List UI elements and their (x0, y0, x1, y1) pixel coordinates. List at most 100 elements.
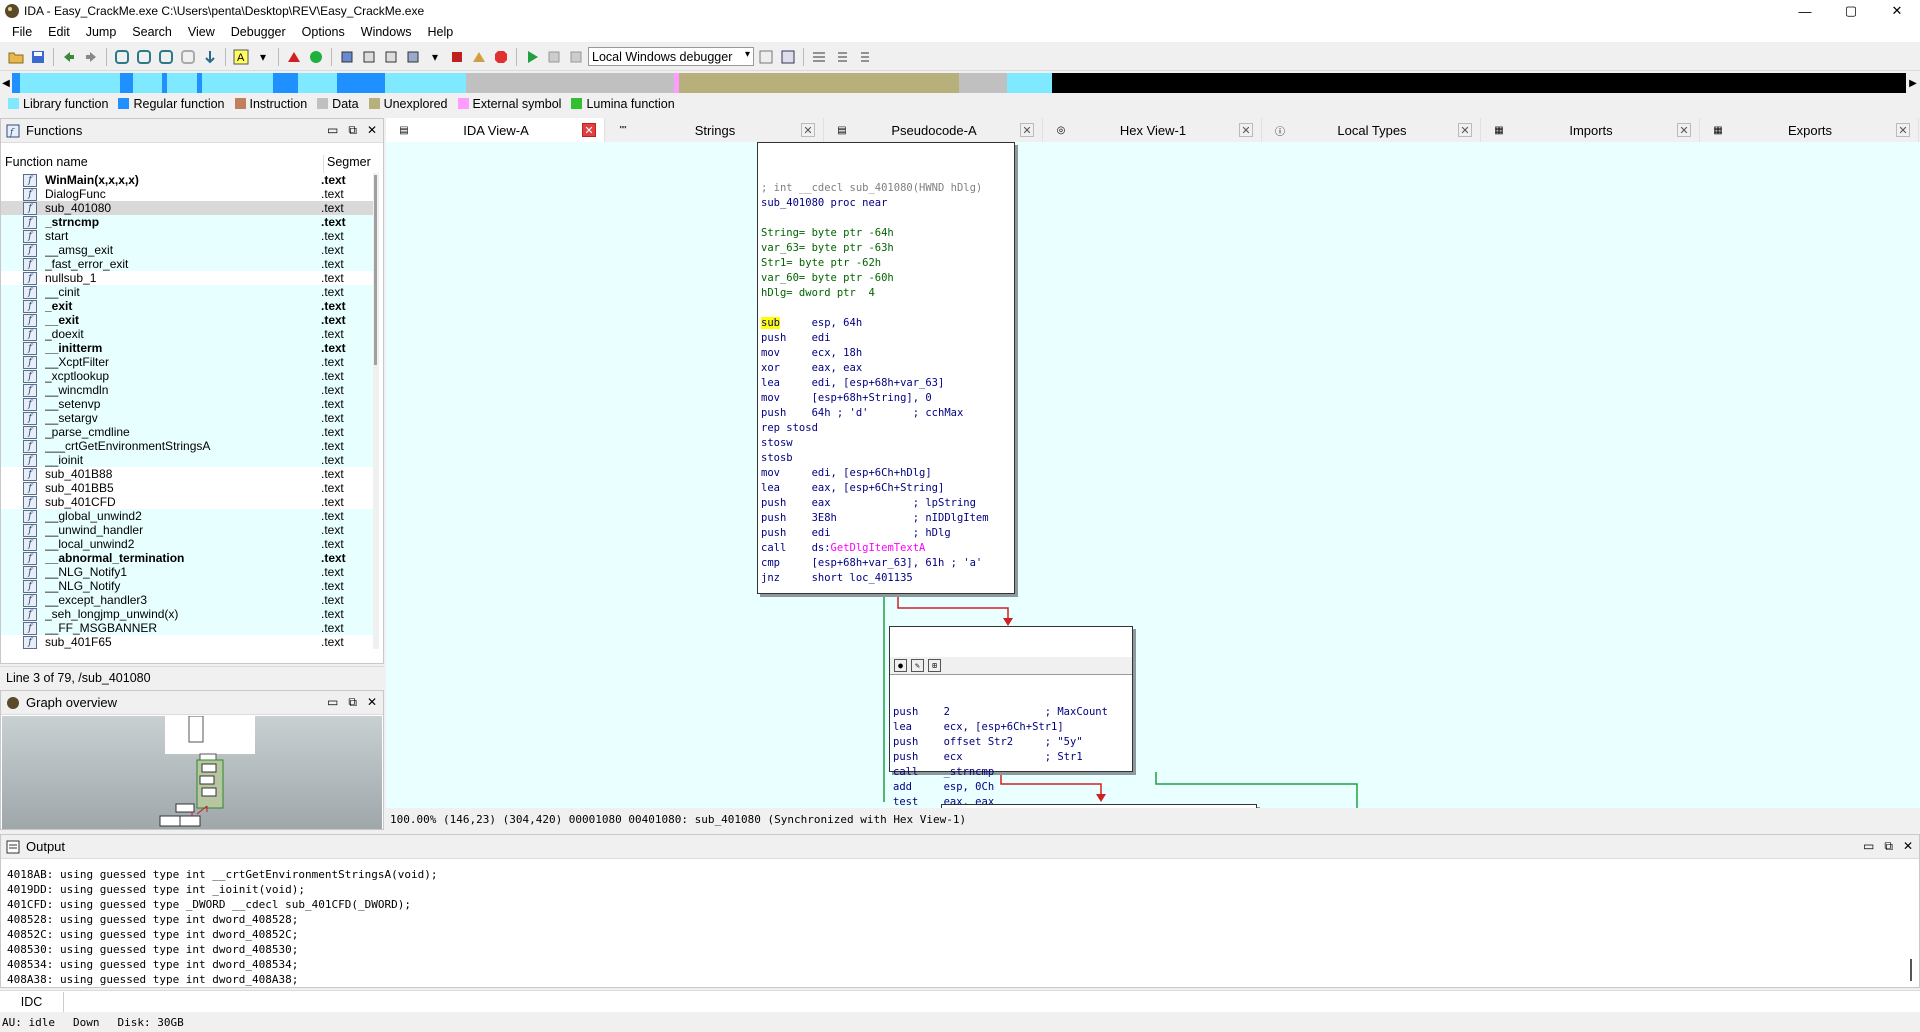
function-row[interactable]: f __ioinit .text (1, 453, 375, 467)
function-row[interactable]: f __XcptFilter .text (1, 355, 375, 369)
nav-scroll-right-icon[interactable]: ▶ (1906, 73, 1920, 93)
navigation-band[interactable] (12, 73, 1906, 93)
column-segment[interactable]: Segmer (323, 155, 371, 173)
asm-line[interactable]: xor eax, eax (758, 361, 1014, 376)
step-into-icon[interactable] (200, 47, 220, 67)
start-debugger-icon[interactable] (522, 47, 542, 67)
asm-line[interactable]: push 64h ; 'd' ; cchMax (758, 406, 1014, 421)
function-row[interactable]: f __setargv .text (1, 411, 375, 425)
function-row[interactable]: f _doexit .text (1, 327, 375, 341)
bullet-list-icon[interactable] (831, 47, 851, 67)
tab-close-icon[interactable]: ✕ (1896, 123, 1910, 137)
asm-line[interactable]: sub_401080 proc near (758, 196, 1014, 211)
menu-file[interactable]: File (4, 25, 40, 39)
functions-icon[interactable] (381, 47, 401, 67)
panel-float-icon[interactable]: ⧉ (1884, 839, 1893, 854)
asm-line[interactable]: sub esp, 64h (758, 316, 1014, 331)
menu-help[interactable]: Help (419, 25, 461, 39)
tab-exports[interactable]: ▦ Exports ✕ (1700, 118, 1919, 142)
menu-jump[interactable]: Jump (78, 25, 125, 39)
function-row[interactable]: f _exit .text (1, 299, 375, 313)
asm-line[interactable]: push 3E8h ; nIDDlgItem (758, 511, 1014, 526)
function-row[interactable]: f __abnormal_termination .text (1, 551, 375, 565)
asm-line[interactable]: var_63= byte ptr -63h (758, 241, 1014, 256)
tab-close-icon[interactable]: ✕ (801, 123, 815, 137)
structures-icon[interactable] (403, 47, 423, 67)
functions-scrollbar[interactable] (373, 173, 379, 649)
asm-line[interactable]: mov edi, [esp+6Ch+hDlg] (758, 466, 1014, 481)
asm-line[interactable]: push edi ; hDlg (758, 526, 1014, 541)
pause-icon[interactable] (544, 47, 564, 67)
column-function-name[interactable]: Function name (1, 155, 323, 173)
tab-close-icon[interactable]: ✕ (582, 123, 596, 137)
asm-line[interactable]: lea eax, [esp+6Ch+String] (758, 481, 1014, 496)
tab-close-icon[interactable]: ✕ (1020, 123, 1034, 137)
function-row[interactable]: f __except_handler3 .text (1, 593, 375, 607)
function-row[interactable]: f _seh_longjmp_unwind(x) .text (1, 607, 375, 621)
function-row[interactable]: f sub_401BB5 .text (1, 481, 375, 495)
hex-view-icon[interactable] (134, 47, 154, 67)
function-row[interactable]: f __initterm .text (1, 341, 375, 355)
graph-node-strncmp[interactable]: ● ✎ ⊞ push 2 ; MaxCount lea ecx, [esp+6Ch… (889, 626, 1133, 808)
asm-line[interactable] (758, 301, 1014, 316)
menu-search[interactable]: Search (124, 25, 180, 39)
open-file-icon[interactable] (6, 47, 26, 67)
command-input[interactable] (68, 992, 1920, 1011)
ida-view-graph[interactable]: ; int __cdecl sub_401080(HWND hDlg) sub_4… (386, 142, 1920, 808)
stop-icon[interactable] (447, 47, 467, 67)
menu-edit[interactable]: Edit (40, 25, 78, 39)
asm-line[interactable]: call _strncmp (890, 765, 1132, 780)
asm-line[interactable]: cmp [esp+68h+var_63], 61h ; 'a' (758, 556, 1014, 571)
asm-line[interactable]: lea edi, [esp+68h+var_63] (758, 376, 1014, 391)
function-row[interactable]: f nullsub_1 .text (1, 271, 375, 285)
maximize-button[interactable]: ▢ (1828, 0, 1874, 22)
asm-line[interactable]: push edi (758, 331, 1014, 346)
function-row[interactable]: f ___crtGetEnvironmentStringsA .text (1, 439, 375, 453)
panel-close-icon[interactable]: ✕ (367, 695, 377, 710)
tab-pseudocode-a[interactable]: ▤ Pseudocode-A ✕ (824, 118, 1043, 142)
output-scrollbar[interactable] (1909, 859, 1915, 987)
function-row[interactable]: f sub_401CFD .text (1, 495, 375, 509)
stop-process-icon[interactable] (566, 47, 586, 67)
function-row[interactable]: f __NLG_Notify .text (1, 579, 375, 593)
text-color-icon[interactable]: A (231, 47, 251, 67)
terminate-icon[interactable] (491, 47, 511, 67)
function-row[interactable]: f __NLG_Notify1 .text (1, 565, 375, 579)
asm-line[interactable]: Str1= byte ptr -62h (758, 256, 1014, 271)
asm-line[interactable]: push eax ; lpString (758, 496, 1014, 511)
list-view-icon[interactable] (809, 47, 829, 67)
function-row[interactable]: f __wincmdln .text (1, 383, 375, 397)
function-row[interactable]: f __global_unwind2 .text (1, 509, 375, 523)
asm-line[interactable]: push ecx ; Str1 (890, 750, 1132, 765)
asm-line[interactable]: push 2 ; MaxCount (890, 705, 1132, 720)
graph-view-icon[interactable] (112, 47, 132, 67)
function-row[interactable]: f __cinit .text (1, 285, 375, 299)
lumina-icon[interactable] (306, 47, 326, 67)
node-group-icon[interactable]: ⊞ (928, 659, 941, 672)
asm-line[interactable]: hDlg= dword ptr 4 (758, 286, 1014, 301)
function-row[interactable]: f sub_401080 .text (1, 201, 375, 215)
tab-local-types[interactable]: ⓘ Local Types ✕ (1262, 118, 1481, 142)
menu-options[interactable]: Options (294, 25, 353, 39)
debugger-select[interactable]: Local Windows debugger ▾ (588, 47, 754, 66)
indent-list-icon[interactable] (853, 47, 873, 67)
asm-line[interactable]: stosb (758, 451, 1014, 466)
tab-imports[interactable]: ▦ Imports ✕ (1481, 118, 1700, 142)
asm-line[interactable]: push offset Str2 ; "5y" (890, 735, 1132, 750)
function-row[interactable]: f __unwind_handler .text (1, 523, 375, 537)
function-row[interactable]: f __FF_MSGBANNER .text (1, 621, 375, 635)
function-row[interactable]: f sub_401B88 .text (1, 467, 375, 481)
panel-minimize-icon[interactable]: ▭ (327, 695, 338, 710)
tab-ida-view-a[interactable]: ▤ IDA View-A ✕ (386, 118, 605, 142)
asm-line[interactable]: stosw (758, 436, 1014, 451)
breakpoint-icon[interactable] (284, 47, 304, 67)
menu-debugger[interactable]: Debugger (223, 25, 294, 39)
tab-close-icon[interactable]: ✕ (1239, 123, 1253, 137)
function-row[interactable]: f _fast_error_exit .text (1, 257, 375, 271)
panel-minimize-icon[interactable]: ▭ (327, 123, 338, 138)
function-row[interactable]: f _xcptlookup .text (1, 369, 375, 383)
function-row[interactable]: f start .text (1, 229, 375, 243)
tab-close-icon[interactable]: ✕ (1677, 123, 1691, 137)
asm-line[interactable]: lea ecx, [esp+6Ch+Str1] (890, 720, 1132, 735)
debugger-options-icon[interactable] (756, 47, 776, 67)
